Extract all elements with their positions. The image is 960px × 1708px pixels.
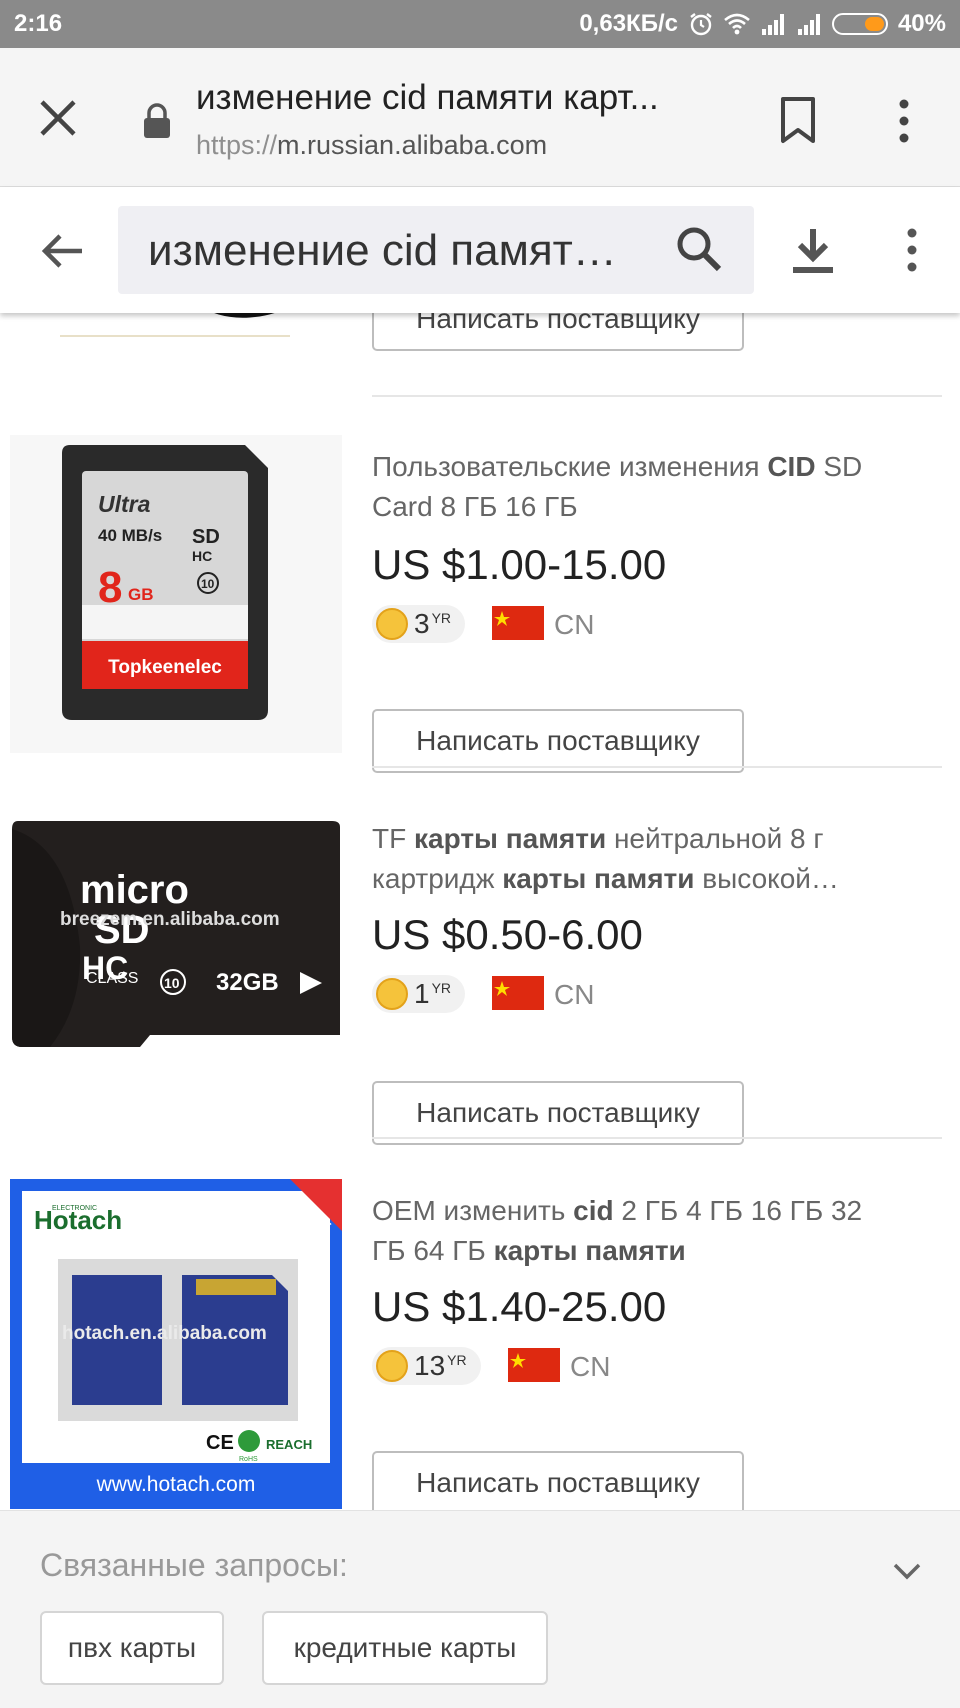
close-icon[interactable] bbox=[36, 96, 80, 140]
china-flag-icon bbox=[492, 606, 544, 640]
card-capacity: 8 bbox=[98, 563, 122, 612]
sd-card-image: Ultra 40 MB/s SD HC 10 8 GB Topkeenelec bbox=[62, 445, 268, 720]
supplier-years-badge: 1 YR bbox=[372, 975, 466, 1013]
card-capacity: 32GB bbox=[216, 969, 279, 996]
more-options-icon[interactable] bbox=[890, 98, 918, 144]
card-unit: GB bbox=[128, 585, 154, 604]
page-title: изменение cid памяти карт... bbox=[196, 78, 659, 117]
search-query[interactable]: изменение cid памят… bbox=[148, 226, 668, 276]
custom-tab-header: изменение cid памяти карт... https://m.r… bbox=[0, 48, 960, 187]
page-url: https://m.russian.alibaba.com bbox=[196, 130, 547, 161]
sd-logo: SD bbox=[192, 526, 220, 548]
status-bar: 2:16 0,63КБ/с 40% bbox=[0, 0, 960, 48]
product-title-segment: CID bbox=[767, 451, 816, 482]
ce-mark: CE bbox=[206, 1432, 234, 1454]
rohs-mark: RoHS bbox=[239, 1456, 258, 1463]
product-price: US $0.50-6.00 bbox=[372, 911, 643, 958]
supplier-years-badge: 13 YR bbox=[372, 1347, 481, 1385]
card-speed: 40 MB/s bbox=[98, 526, 162, 545]
supplier-years-badge: 3 YR bbox=[372, 605, 466, 643]
product-title-segment: TF bbox=[372, 823, 414, 854]
url-host: m.russian.alibaba.com bbox=[277, 130, 548, 160]
related-searches: Связанные запросы: пвх карты кредитные к… bbox=[0, 1510, 960, 1708]
contact-supplier-button[interactable]: Написать поставщику bbox=[372, 1451, 744, 1515]
class-mark: 10 bbox=[201, 577, 215, 591]
download-icon[interactable] bbox=[790, 227, 836, 275]
back-arrow-icon[interactable] bbox=[40, 231, 86, 271]
related-heading: Связанные запросы: bbox=[40, 1547, 348, 1583]
battery-level bbox=[864, 17, 884, 31]
product-title[interactable]: TF карты памяти нейтральной 8 г картридж… bbox=[372, 819, 892, 899]
product-card[interactable]: Ultra 40 MB/s SD HC 10 8 GB Topkeenelec … bbox=[0, 435, 960, 805]
years-value: 3 YR bbox=[414, 608, 452, 639]
brand-tagline: ELECTRONIC bbox=[52, 1205, 97, 1212]
more-options-icon[interactable] bbox=[900, 227, 924, 273]
divider bbox=[372, 766, 942, 768]
product-image[interactable]: micro SD HC breezem.en.alibaba.com CLASS… bbox=[10, 807, 342, 1055]
product-image[interactable]: New Hotach ELECTRONIC hotach.en.alibaba.… bbox=[10, 1179, 342, 1509]
product-title-segment: карты памяти bbox=[502, 863, 695, 894]
microsd-brand: micro bbox=[80, 868, 189, 912]
product-title-segment: Пользовательские изменения bbox=[372, 451, 768, 482]
country-code: CN bbox=[570, 1351, 611, 1382]
card-brand: Ultra bbox=[98, 491, 151, 517]
class-label: CLASS bbox=[86, 970, 138, 987]
signal-icon bbox=[797, 14, 820, 35]
gold-supplier-icon bbox=[376, 1350, 408, 1382]
alarm-icon bbox=[690, 13, 712, 36]
gold-supplier-icon bbox=[376, 978, 408, 1010]
country-code: CN bbox=[554, 609, 595, 640]
product-card[interactable]: micro SD HC breezem.en.alibaba.com CLASS… bbox=[0, 807, 960, 1177]
divider bbox=[372, 395, 942, 397]
watermark: breezem.en.alibaba.com bbox=[60, 909, 280, 930]
status-icons: 0,63КБ/с 40% bbox=[579, 10, 946, 38]
bookmark-icon[interactable] bbox=[778, 96, 818, 144]
gold-supplier-icon bbox=[376, 608, 408, 640]
related-chip[interactable]: кредитные карты bbox=[262, 1611, 548, 1685]
years-value: 13 YR bbox=[414, 1350, 467, 1381]
country-code: CN bbox=[554, 979, 595, 1010]
clock: 2:16 bbox=[14, 10, 63, 37]
signal-icon bbox=[761, 14, 784, 35]
product-title[interactable]: OEM изменить cid 2 ГБ 4 ГБ 16 ГБ 32 ГБ 6… bbox=[372, 1191, 892, 1271]
product-price: US $1.40-25.00 bbox=[372, 1283, 667, 1330]
contact-supplier-button[interactable]: Написать поставщику bbox=[372, 709, 744, 773]
wifi-icon bbox=[724, 13, 750, 35]
watermark: hotach.en.alibaba.com bbox=[62, 1323, 267, 1344]
contact-supplier-button[interactable]: Написать поставщику bbox=[372, 1081, 744, 1145]
product-title-segment: OEM изменить bbox=[372, 1195, 574, 1226]
search-input[interactable]: изменение cid памят… bbox=[118, 206, 754, 294]
microsd-card-image: micro SD HC breezem.en.alibaba.com CLASS… bbox=[12, 821, 340, 1047]
search-bar: изменение cid памят… bbox=[0, 187, 960, 313]
product-title[interactable]: Пользовательские изменения CID SD Card 8… bbox=[372, 447, 892, 527]
product-card[interactable]: New Hotach ELECTRONIC hotach.en.alibaba.… bbox=[0, 1179, 960, 1519]
reach-mark: REACH bbox=[266, 1437, 312, 1452]
related-chip[interactable]: пвх карты bbox=[40, 1611, 224, 1685]
battery-icon bbox=[831, 13, 888, 35]
chevron-down-icon[interactable] bbox=[892, 1561, 922, 1581]
search-icon[interactable] bbox=[674, 224, 724, 274]
url-scheme: https:// bbox=[196, 130, 278, 160]
product-price: US $1.00-15.00 bbox=[372, 541, 667, 588]
product-image[interactable]: Ultra 40 MB/s SD HC 10 8 GB Topkeenelec bbox=[10, 435, 342, 753]
years-value: 1 YR bbox=[414, 978, 452, 1009]
china-flag-icon bbox=[492, 976, 544, 1010]
battery-percent: 40% bbox=[897, 10, 946, 37]
divider bbox=[372, 1137, 942, 1139]
product-title-segment: карты памяти bbox=[493, 1235, 686, 1266]
card-label: Topkeenelec bbox=[108, 657, 222, 678]
hc-logo: HC bbox=[192, 548, 212, 564]
class-mark: 10 bbox=[164, 975, 180, 991]
product-title-segment: cid bbox=[573, 1195, 614, 1226]
product-title-segment: высокой… bbox=[694, 863, 839, 894]
lock-icon bbox=[144, 103, 170, 138]
china-flag-icon bbox=[508, 1348, 560, 1382]
website-text: www.hotach.com bbox=[96, 1473, 256, 1496]
hotach-product-image: New Hotach ELECTRONIC hotach.en.alibaba.… bbox=[10, 1179, 342, 1509]
network-speed: 0,63КБ/с bbox=[579, 10, 678, 37]
product-title-segment: карты памяти bbox=[414, 823, 607, 854]
